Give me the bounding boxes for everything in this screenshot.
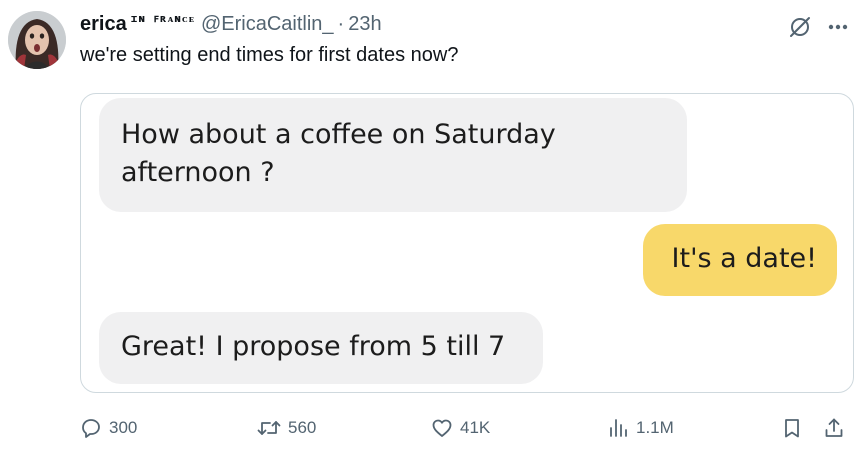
- repost-button[interactable]: 560: [256, 410, 316, 446]
- views-icon: [610, 419, 627, 437]
- tweet-text: we're setting end times for first dates …: [80, 44, 459, 66]
- tweet-timestamp[interactable]: 23h: [348, 13, 381, 36]
- like-count: 41K: [460, 418, 491, 437]
- heart-icon: [432, 419, 452, 437]
- bookmark-icon: [785, 419, 799, 438]
- like-button[interactable]: 41K: [430, 410, 490, 446]
- more-icon: [828, 24, 848, 30]
- tweet-header: erica ɪɴ ꜰʀᴀɴᴄᴇ @EricaCaitlin_ · 23h: [80, 10, 382, 38]
- author-handle[interactable]: @EricaCaitlin_: [201, 13, 334, 36]
- more-button[interactable]: [822, 14, 854, 40]
- avatar[interactable]: [8, 11, 66, 69]
- bookmark-button[interactable]: [780, 410, 804, 446]
- repost-icon: [257, 421, 281, 435]
- share-icon: [825, 418, 843, 437]
- grok-button[interactable]: [787, 14, 813, 40]
- author-display-name-suffix: ɪɴ ꜰʀᴀɴᴄᴇ: [130, 11, 195, 25]
- reply-count: 300: [109, 418, 138, 437]
- reply-button[interactable]: 300: [79, 410, 137, 446]
- chat-bubble-outgoing: It's a date!: [643, 224, 837, 296]
- chat-bubble-incoming: How about a coffee on Saturday afternoon…: [99, 98, 687, 212]
- avatar-image: [8, 11, 66, 69]
- action-bar: 300 560 41K 1.1M: [0, 410, 864, 446]
- views-button[interactable]: 1.1M: [606, 410, 674, 446]
- chat-bubble-line: afternoon ?: [121, 157, 275, 188]
- share-button[interactable]: [822, 410, 846, 446]
- view-count: 1.1M: [636, 418, 674, 437]
- header-separator: ·: [337, 12, 345, 35]
- author-display-name[interactable]: erica: [80, 13, 127, 36]
- slashed-circle-icon: [790, 17, 810, 37]
- tweet-media[interactable]: How about a coffee on Saturday afternoon…: [80, 93, 854, 393]
- chat-bubble-incoming: Great! I propose from 5 till 7: [99, 312, 543, 384]
- reply-icon: [82, 419, 100, 438]
- chat-bubble-line: How about a coffee on Saturday: [121, 119, 556, 150]
- repost-count: 560: [288, 418, 317, 437]
